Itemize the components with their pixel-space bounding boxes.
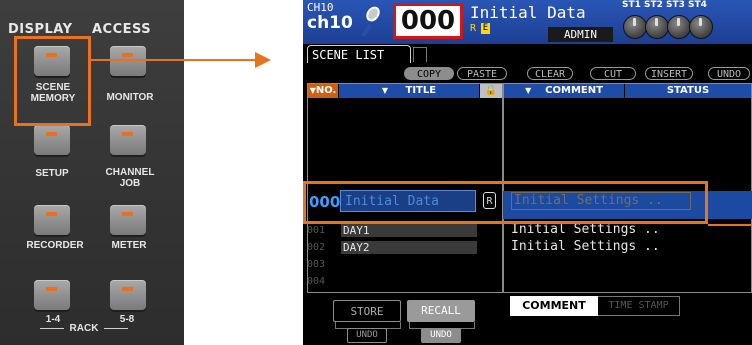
arrow-right-icon	[255, 52, 271, 68]
setup-label: SETUP	[35, 168, 69, 179]
cut-button[interactable]: CUT	[590, 67, 636, 80]
rack-bracket-line	[40, 328, 64, 329]
table-row-title[interactable]: DAY2	[341, 241, 477, 254]
row-number: 001	[307, 225, 326, 236]
row-number: 003	[307, 259, 326, 270]
read-only-button[interactable]: R	[483, 192, 496, 209]
rack-1-4-label: 1-4	[45, 314, 61, 325]
insert-button[interactable]: INSERT	[645, 67, 693, 80]
console-panel: DISPLAY ACCESS SCENE MEMORY MONITOR SETU…	[0, 0, 184, 345]
st1-knob-icon[interactable]	[623, 15, 647, 39]
scene-memory-highlight	[14, 36, 91, 126]
table-row-title[interactable]: DAY1	[341, 224, 477, 237]
selected-scene-comment[interactable]: Initial Settings ..	[511, 192, 691, 210]
current-scene-title: Initial Data	[470, 3, 586, 22]
tab-scene-list[interactable]: SCENE LIST	[307, 45, 411, 63]
channel-job-label: CHANNEL JOB	[105, 167, 155, 189]
column-header-comment[interactable]: ▼ COMMENT	[504, 84, 624, 98]
read-only-flag: R	[470, 23, 477, 34]
led-indicator	[122, 53, 133, 57]
edit-flag: E	[481, 23, 490, 34]
recall-undo-button[interactable]: UNDO	[421, 328, 461, 343]
meter-button[interactable]	[110, 205, 146, 235]
led-indicator	[122, 212, 133, 216]
meter-label: METER	[111, 240, 147, 251]
channel-name[interactable]: ch10	[307, 13, 353, 33]
tab-secondary[interactable]	[413, 47, 427, 62]
column-header-no[interactable]: ▼NO.	[308, 84, 338, 98]
store-button[interactable]: STORE	[333, 300, 401, 322]
scene-list-screen: CH10 ch10 000 Initial Data R E ADMIN ST1…	[303, 0, 752, 345]
tab-comment[interactable]: COMMENT	[510, 296, 598, 316]
recall-button[interactable]: RECALL	[407, 300, 475, 322]
led-indicator	[122, 287, 133, 291]
rack-5-8-label: 5-8	[119, 314, 135, 325]
st4-knob-icon[interactable]	[689, 15, 713, 39]
callout-arrow-line	[91, 59, 256, 61]
recorder-label: RECORDER	[26, 240, 84, 251]
led-indicator	[46, 287, 57, 291]
clear-button[interactable]: CLEAR	[527, 67, 573, 80]
microphone-icon	[361, 6, 380, 37]
recorder-button[interactable]	[34, 205, 70, 235]
rack-label: RACK	[69, 323, 99, 334]
st1-label: ST1	[622, 0, 641, 10]
undo-button[interactable]: UNDO	[708, 67, 750, 80]
user-name[interactable]: ADMIN	[548, 27, 613, 42]
monitor-button[interactable]	[110, 46, 146, 76]
rack-5-8-button[interactable]	[110, 280, 146, 310]
callout-line-right	[708, 224, 752, 226]
sort-triangle-icon: ▼	[381, 86, 389, 95]
row-number: 002	[307, 242, 326, 253]
access-title: ACCESS	[92, 22, 152, 37]
column-header-title[interactable]: ▼ TITLE	[339, 84, 479, 98]
table-row-comment[interactable]: Initial Settings ..	[511, 222, 660, 237]
row-number: 004	[307, 276, 326, 287]
lock-icon[interactable]: 🔒	[480, 84, 502, 98]
channel-job-button[interactable]	[110, 125, 146, 155]
display-title: DISPLAY	[8, 22, 73, 37]
rack-bracket-line	[104, 328, 128, 329]
monitor-label: MONITOR	[106, 92, 154, 103]
led-indicator	[46, 212, 57, 216]
st3-label: ST3	[666, 0, 685, 10]
st2-knob-icon[interactable]	[645, 15, 669, 39]
tab-time-stamp[interactable]: TIME STAMP	[598, 296, 680, 316]
column-header-status[interactable]: STATUS	[625, 84, 751, 98]
setup-button[interactable]	[34, 125, 70, 155]
selected-scene-number[interactable]: 000	[309, 193, 340, 211]
rack-1-4-button[interactable]	[34, 280, 70, 310]
sort-triangle-icon: ▼	[525, 86, 532, 95]
selected-scene-title[interactable]: Initial Data	[340, 190, 476, 212]
st3-knob-icon[interactable]	[667, 15, 691, 39]
st2-label: ST2	[644, 0, 663, 10]
led-indicator	[122, 132, 133, 136]
scene-number-display[interactable]: 000	[393, 3, 463, 39]
screen-header: CH10 ch10 000 Initial Data R E ADMIN ST1…	[303, 0, 752, 44]
st4-label: ST4	[688, 0, 707, 10]
store-undo-button[interactable]: UNDO	[347, 328, 387, 343]
table-row-comment[interactable]: Initial Settings ..	[511, 239, 660, 254]
copy-button[interactable]: COPY	[404, 67, 454, 80]
led-indicator	[46, 132, 57, 136]
paste-button[interactable]: PASTE	[457, 67, 507, 80]
